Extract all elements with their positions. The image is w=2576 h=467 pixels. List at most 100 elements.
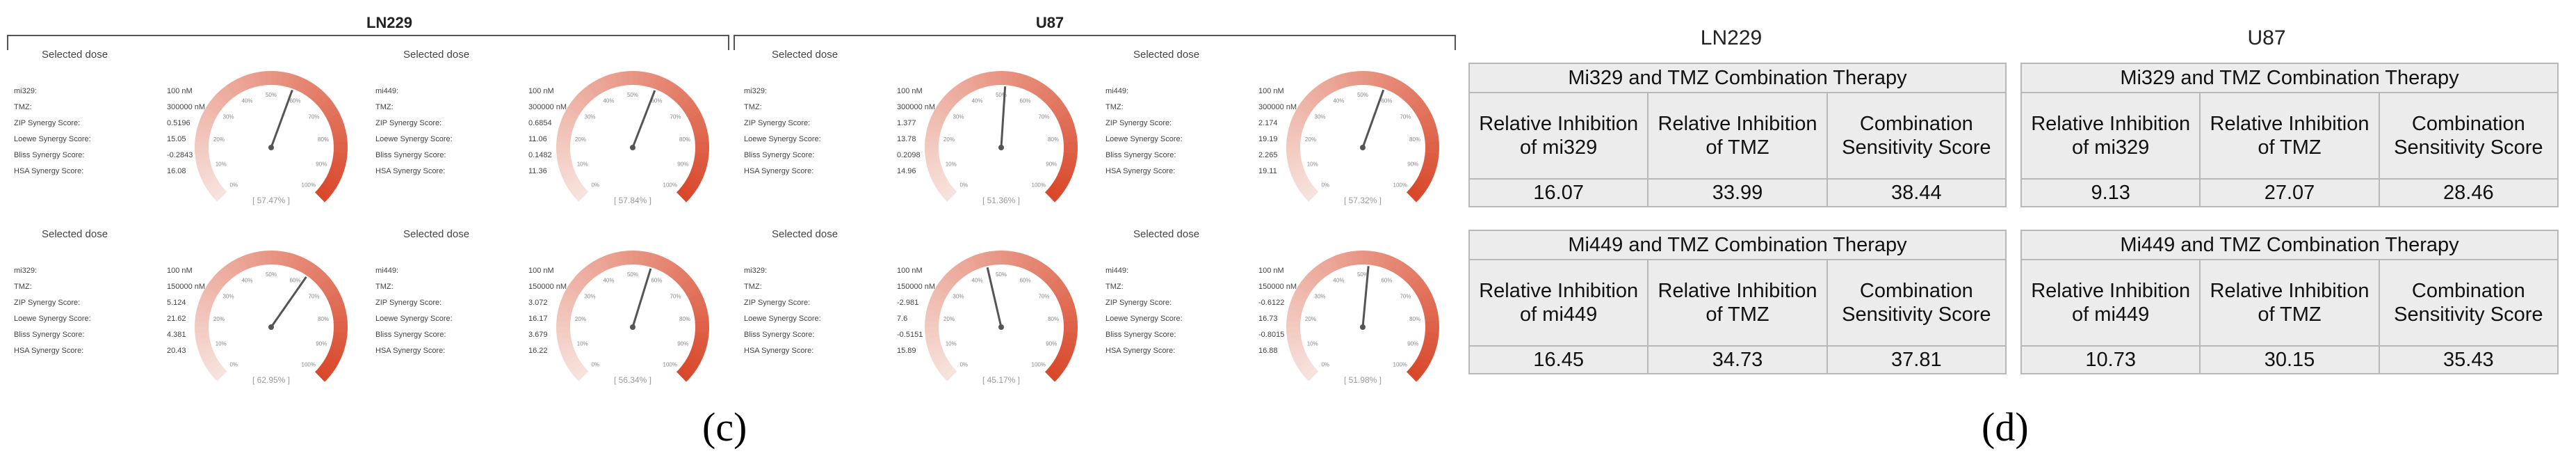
gauge-arc-segment <box>556 331 572 340</box>
gauge-tick-label: 100% <box>1393 182 1407 189</box>
param-label: ZIP Synergy Score: <box>14 119 81 127</box>
gauge-arc-segment <box>1423 336 1439 346</box>
gauge-arc-segment <box>971 74 983 90</box>
param-row: mi329: 100 nM <box>14 84 205 100</box>
gauge-arc-segment <box>676 188 691 203</box>
param-row: mi329: 100 nM <box>14 263 205 279</box>
gauge-arc-segment <box>1301 276 1316 291</box>
gauge-tick-label: 30% <box>1315 293 1326 299</box>
gauge-arc-segment <box>930 171 946 182</box>
gauge-arc-segment <box>1304 272 1320 287</box>
gauge-tick-label: 60% <box>1019 97 1030 104</box>
gauge-arc-segment <box>1386 256 1398 272</box>
dose-parameters: mi329: 100 nM TMZ: 150000 nM ZIP Synergy Sco… <box>14 263 205 359</box>
param-row: HSA Synergy Score: 11.36 <box>375 164 567 180</box>
gauge-tick-label: 40% <box>241 97 252 104</box>
gauge-arc-segment <box>303 262 317 277</box>
gauge-arc-segment <box>588 81 601 97</box>
gauge-arc-segment <box>615 251 624 267</box>
gauge-arc-segment <box>1033 82 1047 97</box>
gauge-arc-segment <box>947 268 962 283</box>
gauge-arc-segment <box>1423 129 1439 138</box>
param-label: HSA Synergy Score: <box>1105 167 1176 175</box>
gauge-arc-segment <box>327 113 343 125</box>
gauge-arc-segment <box>1420 346 1436 358</box>
gauge-arc-segment <box>324 107 340 120</box>
gauge-arc-segment <box>1051 282 1067 295</box>
gauge-tick-label: 40% <box>603 277 614 283</box>
param-row: Bliss Synergy Score: 4.381 <box>14 327 205 343</box>
param-label: Bliss Synergy Score: <box>14 331 85 339</box>
gauge-arc-segment <box>693 336 708 346</box>
gauge-arc-segment <box>1395 82 1409 97</box>
gauge-value-label: [ 51.98% ] <box>1344 375 1382 385</box>
gauge-arc-segment <box>956 81 969 97</box>
gauge-arc-segment <box>1423 157 1439 166</box>
gauge-arc-segment <box>1382 254 1393 270</box>
gauge-arc-segment <box>932 286 948 299</box>
gauge-arc-segment <box>1060 303 1076 314</box>
gauge-arc-segment <box>578 268 593 283</box>
gauge-tick-label: 50% <box>627 271 638 278</box>
gauge-arc-segment <box>1033 262 1047 277</box>
selected-dose-title: Selected dose <box>42 49 108 61</box>
dose-parameters: mi449: 100 nM TMZ: 150000 nM ZIP Synergy Sco… <box>1105 263 1297 359</box>
value-combination-sensitivity: 35.43 <box>2443 348 2494 371</box>
gauge-arc-segment <box>1048 363 1063 378</box>
gauge-arc-segment <box>321 359 337 373</box>
gauge-arc-segment <box>1422 303 1438 314</box>
gauge-tick-label: 10% <box>1307 340 1318 347</box>
gauge-arc-segment <box>1297 281 1313 295</box>
gauge-arc-segment <box>330 124 346 134</box>
gauge-arc-segment <box>205 180 221 193</box>
gauge-arc-segment <box>1286 134 1302 143</box>
d-group-title-ln229: LN229 <box>1700 26 1763 49</box>
gauge-arc-segment <box>198 117 214 129</box>
gauge-arc-segment <box>1318 261 1331 277</box>
gauge-arc-segment <box>588 261 601 277</box>
d-group-title-u87: U87 <box>2247 26 2286 49</box>
param-label: TMZ: <box>744 283 762 291</box>
gauge-arc-segment <box>327 292 343 304</box>
gauge-arc-segment <box>1290 117 1306 129</box>
gauge-arc-segment <box>332 129 347 138</box>
gauge-arc-segment <box>275 71 284 86</box>
gauge-arc-segment <box>318 277 334 291</box>
header-combination-sensitivity: Combination Sensitivity Score <box>2394 280 2543 326</box>
gauge-chart: 0% 10% 20% 30% 40% 50% 60% 70% 80% 90% 100% [ 57.32… <box>1286 71 1439 205</box>
gauge-arc-segment <box>609 252 619 268</box>
gauge-tick-label: 60% <box>651 277 662 283</box>
gauge-arc-segment <box>197 302 212 313</box>
gauge-arc-segment <box>285 73 296 88</box>
gauge-arc-segment <box>615 72 624 87</box>
gauge-tick-label: 10% <box>1307 161 1318 167</box>
param-row: ZIP Synergy Score: 2.174 <box>1105 116 1297 132</box>
gauge-arc-segment <box>1062 157 1077 166</box>
gauge-arc-segment <box>1416 107 1432 120</box>
dose-panel: Selected dose mi449: 100 nM TMZ: 150000 nM ZI… <box>1099 223 1457 411</box>
gauge-arc-segment <box>562 292 578 303</box>
gauge-tick-label: 40% <box>1333 97 1344 104</box>
dose-parameters: mi329: 100 nM TMZ: 300000 nM ZIP Synergy Sco… <box>14 84 205 180</box>
dose-panel: Selected dose mi329: 100 nM TMZ: 300000 nM ZI… <box>737 43 1095 231</box>
value-relative-inhibition-mi329: 16.07 <box>1470 180 1649 206</box>
gauge-arc-segment <box>932 175 948 188</box>
param-label: mi449: <box>1105 87 1129 95</box>
gauge-arc-segment <box>1313 264 1327 280</box>
gauge-tick-label: 20% <box>943 136 955 143</box>
combo-table-ln229-mi329: Mi329 and TMZ Combination Therapy Relati… <box>1468 63 2007 207</box>
gauge-arc-segment <box>1059 297 1074 309</box>
param-label: mi449: <box>375 87 399 95</box>
gauge-arc-segment <box>1313 85 1327 100</box>
gauge-hub <box>998 145 1004 150</box>
gauge-arc-segment <box>329 297 344 309</box>
gauge-arc-segment <box>683 102 699 116</box>
gauge-arc-segment <box>332 331 348 340</box>
gauge-arc-segment <box>1057 292 1073 304</box>
gauge-arc-segment <box>1418 292 1434 304</box>
gauge-arc-segment <box>574 187 589 202</box>
gauge-arc-segment <box>574 93 590 107</box>
gauge-arc-segment <box>318 97 334 111</box>
gauge-arc-segment <box>683 359 698 373</box>
param-row: Loewe Synergy Score: 13.78 <box>744 132 935 148</box>
